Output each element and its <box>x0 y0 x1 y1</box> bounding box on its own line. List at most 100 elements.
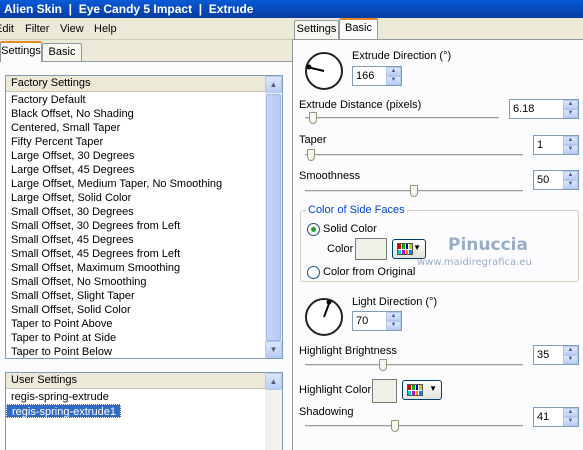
factory-list-item[interactable]: Large Offset, 45 Degrees <box>6 163 264 177</box>
scroll-down-icon[interactable]: ▼ <box>265 341 282 358</box>
factory-list-item[interactable]: Small Offset, 30 Degrees from Left <box>6 219 264 233</box>
scroll-thumb[interactable] <box>266 94 281 341</box>
menu-edit[interactable]: Edit <box>0 23 14 35</box>
factory-list-item[interactable]: Small Offset, Solid Color <box>6 303 264 317</box>
factory-list-item[interactable]: Small Offset, 30 Degrees <box>6 205 264 219</box>
extrude-distance-thumb[interactable] <box>309 112 317 124</box>
factory-list-item[interactable]: Centered, Small Taper <box>6 121 264 135</box>
factory-settings-list: Factory Default Black Offset, No Shading C… <box>6 93 264 359</box>
spin-up-icon[interactable]: ▲ <box>563 346 578 355</box>
watermark-url: www.maidiregrafica.eu <box>417 257 532 268</box>
light-direction-input[interactable]: 70 ▲ ▼ <box>352 311 402 331</box>
spin-up-icon[interactable]: ▲ <box>563 100 578 109</box>
factory-list-item[interactable]: Factory Default <box>6 93 264 107</box>
factory-scrollbar[interactable]: ▲ ▼ <box>265 76 282 358</box>
menu-filter[interactable]: Filter <box>25 23 49 35</box>
palette-grid-icon <box>407 384 423 396</box>
spin-down-icon[interactable]: ▼ <box>563 109 578 118</box>
user-list-item[interactable]: regis-spring-extrude1 <box>6 404 121 418</box>
taper-input[interactable]: 1 ▲ ▼ <box>533 135 579 155</box>
highlight-brightness-slider[interactable] <box>305 364 523 367</box>
factory-list-item[interactable]: Small Offset, Maximum Smoothing <box>6 261 264 275</box>
factory-list-item[interactable]: Small Offset, No Smoothing <box>6 275 264 289</box>
menu-view[interactable]: View <box>60 23 84 35</box>
factory-list-item[interactable]: Taper to Point Above <box>6 317 264 331</box>
factory-list-item[interactable]: Small Offset, Slight Taper <box>6 289 264 303</box>
spin-down-icon[interactable]: ▼ <box>386 321 401 330</box>
smoothness-thumb[interactable] <box>410 185 418 197</box>
highlight-brightness-label: Highlight Brightness <box>299 345 397 357</box>
spin-up-icon[interactable]: ▲ <box>386 312 401 321</box>
extrude-direction-dial[interactable] <box>305 52 343 90</box>
highlight-brightness-thumb[interactable] <box>379 359 387 371</box>
menu-help[interactable]: Help <box>94 23 117 35</box>
factory-list-item[interactable]: Fifty Percent Taper <box>6 135 264 149</box>
solid-color-radio[interactable] <box>307 223 320 236</box>
shadowing-input[interactable]: 41 ▲ ▼ <box>533 407 579 427</box>
user-scrollbar[interactable]: ▲ <box>265 373 282 450</box>
basic-panel: Extrude Direction (°) 166 ▲ ▼ Extrude Dis… <box>292 39 583 450</box>
highlight-brightness-input[interactable]: 35 ▲ ▼ <box>533 345 579 365</box>
side-color-picker-button[interactable]: ▼ <box>392 239 426 259</box>
palette-grid-icon <box>397 243 413 255</box>
spin-down-icon[interactable]: ▼ <box>386 76 401 85</box>
taper-thumb[interactable] <box>307 149 315 161</box>
extrude-distance-slider[interactable] <box>305 117 499 120</box>
smoothness-input[interactable]: 50 ▲ ▼ <box>533 170 579 190</box>
tab-basic-right[interactable]: Basic <box>339 18 378 39</box>
tab-basic-left[interactable]: Basic <box>42 43 82 62</box>
scroll-up-icon[interactable]: ▲ <box>265 373 282 390</box>
user-list-item[interactable]: regis-spring-extrude <box>6 390 264 404</box>
shadowing-slider[interactable] <box>305 425 523 428</box>
chevron-down-icon: ▼ <box>413 243 421 252</box>
user-settings-group: User Settings regis-spring-extrude regis-… <box>5 372 283 450</box>
scroll-up-icon[interactable]: ▲ <box>265 76 282 93</box>
factory-list-item[interactable]: Small Offset, 45 Degrees from Left <box>6 247 264 261</box>
user-settings-list: regis-spring-extrude regis-spring-extrude… <box>6 390 264 418</box>
left-tab-bar: Settings Basic <box>0 40 292 62</box>
extrude-direction-label: Extrude Direction (°) <box>352 50 452 62</box>
solid-color-label: Solid Color <box>323 223 377 235</box>
extrude-distance-label: Extrude Distance (pixels) <box>299 99 422 111</box>
side-faces-legend: Color of Side Faces <box>306 204 407 216</box>
user-settings-header: User Settings <box>6 373 282 389</box>
factory-list-item[interactable]: Large Offset, Solid Color <box>6 191 264 205</box>
side-color-swatch[interactable] <box>355 238 387 260</box>
factory-list-item[interactable]: Large Offset, 30 Degrees <box>6 149 264 163</box>
spin-down-icon[interactable]: ▼ <box>563 145 578 154</box>
factory-list-item[interactable]: Taper to Point at Side <box>6 331 264 345</box>
factory-settings-group: Factory Settings Factory Default Black Of… <box>5 75 283 359</box>
spin-up-icon[interactable]: ▲ <box>386 67 401 76</box>
factory-list-item[interactable]: Small Offset, 45 Degrees <box>6 233 264 247</box>
shadowing-thumb[interactable] <box>391 420 399 432</box>
color-from-original-label: Color from Original <box>323 266 416 278</box>
color-from-original-radio[interactable] <box>307 266 320 279</box>
spin-down-icon[interactable]: ▼ <box>563 417 578 426</box>
taper-label: Taper <box>299 134 327 146</box>
shadowing-label: Shadowing <box>299 406 354 418</box>
menu-bar: Edit Filter View Help <box>0 18 292 40</box>
factory-settings-header: Factory Settings <box>6 76 282 92</box>
tab-settings-left[interactable]: Settings <box>0 41 42 62</box>
side-color-label: Color <box>327 243 354 255</box>
factory-list-item[interactable]: Taper to Point Below <box>6 345 264 359</box>
extrude-direction-input[interactable]: 166 ▲ ▼ <box>352 66 402 86</box>
tab-settings-right[interactable]: Settings <box>294 20 339 39</box>
watermark-title: Pinuccia <box>448 235 528 255</box>
light-direction-dial[interactable] <box>305 298 343 336</box>
dial-needle-icon <box>307 64 325 72</box>
spin-up-icon[interactable]: ▲ <box>563 136 578 145</box>
taper-slider[interactable] <box>305 154 523 157</box>
factory-list-item[interactable]: Large Offset, Medium Taper, No Smoothing <box>6 177 264 191</box>
smoothness-label: Smoothness <box>299 170 361 182</box>
highlight-color-swatch[interactable] <box>372 379 397 403</box>
extrude-distance-input[interactable]: 6.18 ▲ ▼ <box>509 99 579 119</box>
spin-down-icon[interactable]: ▼ <box>563 180 578 189</box>
spin-down-icon[interactable]: ▼ <box>563 355 578 364</box>
light-direction-label: Light Direction (°) <box>352 296 438 308</box>
spin-up-icon[interactable]: ▲ <box>563 408 578 417</box>
highlight-color-picker-button[interactable]: ▼ <box>402 380 442 400</box>
factory-list-item[interactable]: Black Offset, No Shading <box>6 107 264 121</box>
spin-up-icon[interactable]: ▲ <box>563 171 578 180</box>
chevron-down-icon: ▼ <box>429 384 437 393</box>
